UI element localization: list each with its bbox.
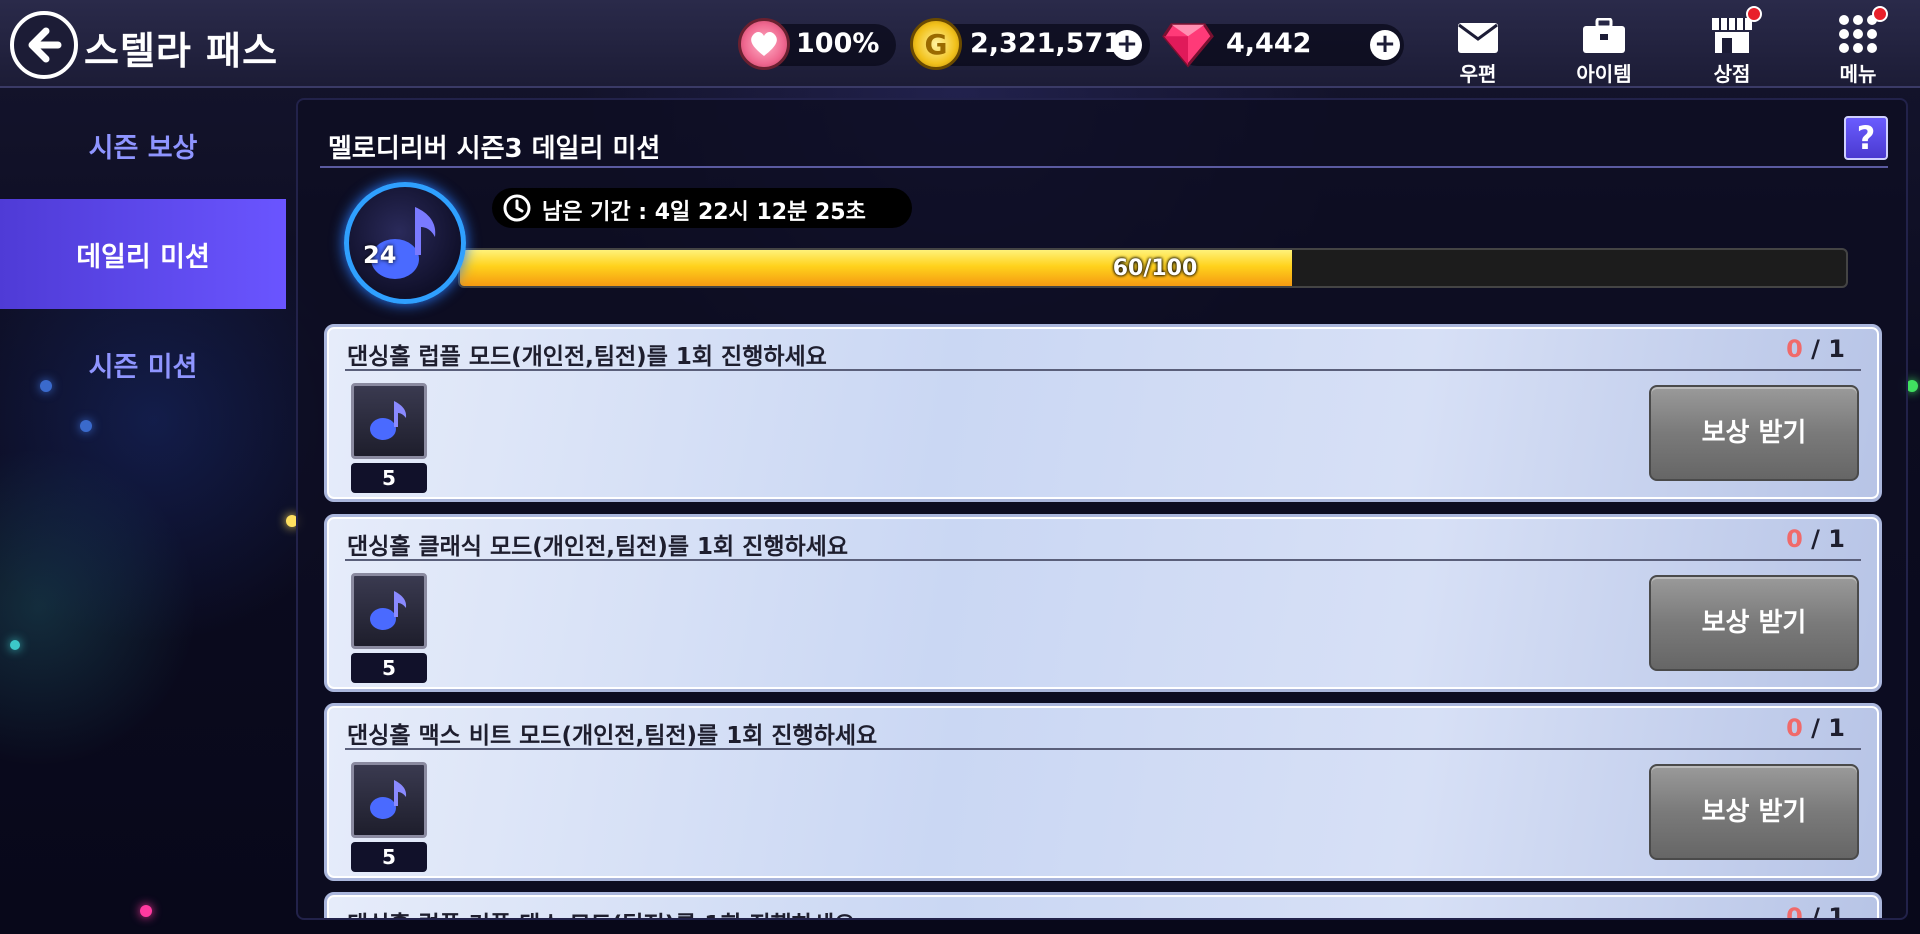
add-gem-button[interactable]: + — [1370, 30, 1400, 60]
mission-current: 0 — [1786, 335, 1803, 363]
mission-progress: 0 / 1 — [1786, 903, 1845, 920]
mission-title: 댄싱홀 클래식 모드(개인전,팀전)를 1회 진행하세요 — [347, 534, 848, 560]
nav-menu[interactable]: 메뉴 — [1818, 6, 1898, 86]
mission-title: 댄싱홀 럽플 모드(개인전,팀전)를 1회 진행하세요 — [347, 344, 827, 370]
gold-coin-icon: G — [910, 18, 962, 70]
add-gold-button[interactable]: + — [1112, 30, 1142, 60]
claim-reward-button[interactable]: 보상 받기 — [1649, 764, 1859, 860]
mission-progress: 0 / 1 — [1786, 714, 1845, 742]
mission-card: 댄싱홀 클래식 모드(개인전,팀전)를 1회 진행하세요 0 / 1 5 보상 … — [324, 514, 1882, 692]
heart-value: 100% — [796, 28, 880, 59]
reward-item — [351, 383, 427, 459]
mission-card: 댄싱홀 럽플 커플 댄스 모드(팀전)를 1회 진행하세요 0 / 1 — [324, 892, 1882, 920]
mission-panel: 멜로디리버 시즌3 데일리 미션 ? 60/100 24 남은 기간 : 4일 … — [296, 98, 1908, 920]
mission-total: / 1 — [1811, 714, 1845, 742]
music-note-icon — [370, 780, 407, 819]
claim-reward-button[interactable]: 보상 받기 — [1649, 385, 1859, 481]
sidebar: 시즌 보상 데일리 미션 시즌 미션 — [0, 90, 286, 934]
mission-card: 댄싱홀 럽플 모드(개인전,팀전)를 1회 진행하세요 0 / 1 5 보상 받… — [324, 324, 1882, 502]
reward-item — [351, 762, 427, 838]
mission-progress: 0 / 1 — [1786, 335, 1845, 363]
shop-icon — [1712, 18, 1752, 53]
progress-label: 60/100 — [1112, 256, 1198, 281]
mission-card: 댄싱홀 맥스 비트 모드(개인전,팀전)를 1회 진행하세요 0 / 1 5 보… — [324, 703, 1882, 881]
gem-value: 4,442 — [1226, 28, 1312, 59]
divider — [345, 748, 1861, 750]
nav-items-label: 아이템 — [1576, 62, 1632, 86]
gold-value: 2,321,571 — [970, 28, 1123, 59]
mission-total: / 1 — [1811, 525, 1845, 553]
top-bar: 스텔라 패스 100% G 2,321,571 + 4,442 + 우편 아이템 — [0, 0, 1920, 88]
arrow-left-icon — [28, 27, 62, 63]
menu-notification-badge — [1872, 6, 1888, 22]
reward-item — [351, 573, 427, 649]
mission-progress: 0 / 1 — [1786, 525, 1845, 553]
panel-title: 멜로디리버 시즌3 데일리 미션 — [328, 134, 661, 164]
nav-items[interactable]: 아이템 — [1564, 10, 1644, 86]
music-note-icon — [370, 591, 407, 630]
sidebar-item-season-mission[interactable]: 시즌 미션 — [0, 309, 286, 419]
clock-icon — [503, 194, 531, 222]
gem-icon — [1162, 18, 1214, 70]
sidebar-item-daily-mission[interactable]: 데일리 미션 — [0, 199, 286, 309]
progress-bar: 60/100 — [458, 248, 1848, 288]
shop-notification-badge — [1746, 6, 1762, 22]
page-title: 스텔라 패스 — [84, 29, 279, 73]
nav-mail[interactable]: 우편 — [1438, 10, 1518, 86]
heart-icon — [738, 18, 790, 70]
nav-mail-label: 우편 — [1459, 62, 1497, 86]
nav-menu-label: 메뉴 — [1839, 62, 1877, 86]
mission-title: 댄싱홀 럽플 커플 댄스 모드(팀전)를 1회 진행하세요 — [347, 905, 855, 918]
level-badge: 24 — [344, 182, 466, 304]
divider — [345, 559, 1861, 561]
reward-quantity: 5 — [351, 653, 427, 683]
claim-reward-button[interactable]: 보상 받기 — [1649, 575, 1859, 671]
grid-menu-icon — [1839, 15, 1877, 53]
reward-quantity: 5 — [351, 463, 427, 493]
music-note-icon — [370, 401, 407, 440]
level-number: 24 — [363, 241, 397, 269]
nav-shop[interactable]: 상점 — [1692, 6, 1772, 86]
time-remaining: 남은 기간 : 4일 22시 12분 25초 — [492, 188, 912, 228]
mail-icon — [1458, 23, 1498, 53]
nav-shop-label: 상점 — [1713, 62, 1751, 86]
time-remaining-text: 남은 기간 : 4일 22시 12분 25초 — [542, 200, 866, 225]
divider — [320, 166, 1888, 168]
mission-current: 0 — [1786, 903, 1803, 920]
mission-current: 0 — [1786, 714, 1803, 742]
help-button[interactable]: ? — [1844, 116, 1888, 160]
mission-total: / 1 — [1811, 903, 1845, 920]
sidebar-item-season-reward[interactable]: 시즌 보상 — [0, 90, 286, 200]
divider — [345, 369, 1861, 371]
reward-quantity: 5 — [351, 842, 427, 872]
back-button[interactable] — [10, 11, 78, 79]
mission-current: 0 — [1786, 525, 1803, 553]
mission-title: 댄싱홀 맥스 비트 모드(개인전,팀전)를 1회 진행하세요 — [347, 723, 878, 749]
briefcase-icon — [1583, 18, 1625, 53]
mission-total: / 1 — [1811, 335, 1845, 363]
